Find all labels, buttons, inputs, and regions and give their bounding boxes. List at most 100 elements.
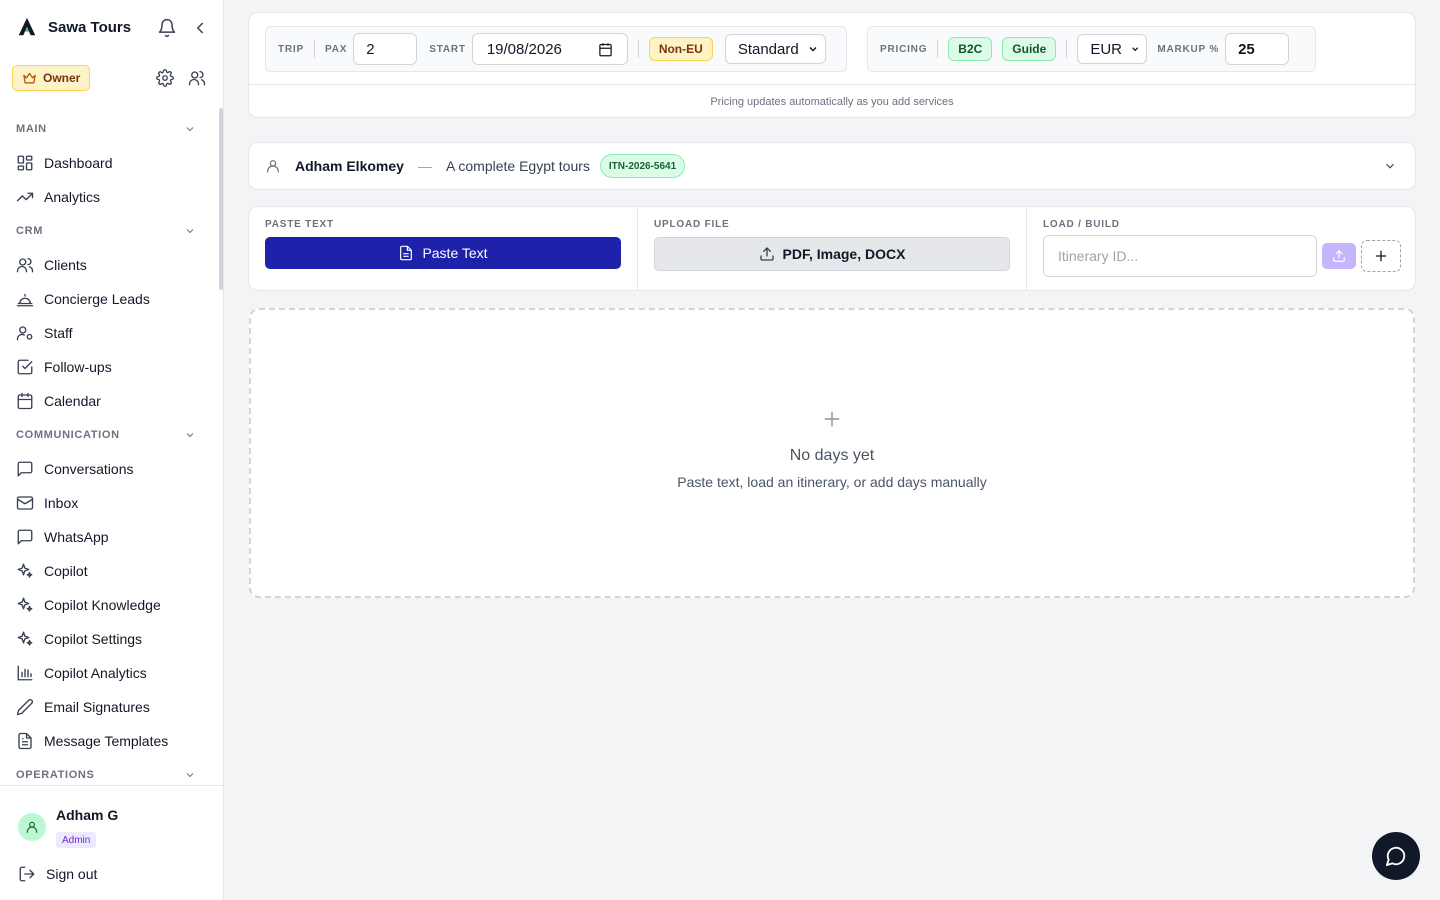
sidebar-item-label: Inbox [44,495,79,511]
sidebar-item-copilot-settings[interactable]: Copilot Settings [0,622,218,656]
sidebar-item-label: Follow-ups [44,359,112,375]
pricing-group: PRICING B2C Guide EUR MARKUP % 25 [867,26,1316,72]
section-title: MAIN [16,123,47,135]
bell-icon [158,18,176,38]
import-options: PASTE TEXT Paste Text UPLOAD FILE PDF, I… [248,206,1416,291]
markup-value: 25 [1238,40,1255,58]
section-operations[interactable]: OPERATIONS [0,758,218,784]
load-itinerary-button[interactable] [1322,243,1356,269]
sidebar-item-concierge-leads[interactable]: Concierge Leads [0,282,218,316]
sidebar-item-copilot[interactable]: Copilot [0,554,218,588]
chat-bubble-icon [1385,846,1406,867]
chat-button[interactable] [1372,832,1420,880]
checkbox-icon [17,359,33,375]
role-badge: Admin [56,832,97,848]
upload-file-label: UPLOAD FILE [654,219,730,230]
owner-label: Owner [43,71,81,85]
sidebar-item-label: Copilot [44,563,88,579]
b2c-toggle[interactable]: B2C [948,37,993,61]
separator: — [417,158,432,174]
sidebar-item-inbox[interactable]: Inbox [0,486,218,520]
divider [1066,40,1068,58]
sidebar-item-label: Clients [44,257,87,273]
sidebar: Sawa Tours Owner MAIN Dashboard Analytic… [0,0,224,900]
sidebar-nav[interactable]: MAIN Dashboard Analytics CRM Clients Con… [0,112,218,784]
users-icon [188,70,206,86]
user-gear-icon [16,326,33,341]
sidebar-item-label: Email Signatures [44,699,150,715]
sparkles-icon [17,563,33,578]
sidebar-item-analytics[interactable]: Analytics [0,180,218,214]
trip-label: TRIP [278,43,304,55]
add-day-button[interactable] [1361,240,1401,272]
guide-toggle[interactable]: Guide [1002,37,1057,61]
start-date-input[interactable]: 19/08/2026 [471,33,628,65]
itinerary-id-input[interactable]: Itinerary ID... [1043,235,1317,277]
sidebar-scrollbar[interactable] [219,108,223,290]
pax-label: PAX [324,43,348,55]
team-button[interactable] [188,69,206,87]
start-label: START [429,43,466,55]
settings-button[interactable] [156,69,174,87]
sidebar-item-dashboard[interactable]: Dashboard [0,146,218,180]
sidebar-item-label: Copilot Settings [44,631,143,647]
pax-input[interactable]: 2 [353,33,418,65]
trend-icon [16,192,34,202]
tier-select[interactable]: Standard [724,34,826,64]
file-icon [400,245,413,261]
brand-name: Sawa Tours [48,18,132,36]
markup-label: MARKUP % [1157,43,1220,55]
sidebar-item-email-signatures[interactable]: Email Signatures [0,690,218,724]
upload-icon [1333,250,1345,262]
upload-file-button[interactable]: PDF, Image, DOCX [654,237,1010,271]
chevron-down-icon [809,46,817,52]
trip-settings-card: TRIP PAX 2 START 19/08/2026 Non-EU Stand… [248,12,1416,118]
sign-out-button[interactable]: Sign out [18,865,97,883]
section-title: COMMUNICATION [16,429,120,441]
empty-subtitle: Paste text, load an itinerary, or add da… [677,473,987,490]
days-empty-state[interactable]: No days yet Paste text, load an itinerar… [249,308,1415,598]
section-crm[interactable]: CRM [0,214,218,248]
collapse-sidebar-button[interactable] [191,19,209,37]
paste-text-button[interactable]: Paste Text [265,237,621,269]
tour-title: A complete Egypt tours [445,158,590,174]
sidebar-item-copilot-analytics[interactable]: Copilot Analytics [0,656,218,690]
crown-icon [23,72,36,83]
sidebar-item-calendar[interactable]: Calendar [0,384,218,418]
sidebar-item-message-templates[interactable]: Message Templates [0,724,218,758]
sidebar-item-label: Analytics [44,189,101,205]
sidebar-item-whatsapp[interactable]: WhatsApp [0,520,218,554]
sidebar-item-label: Copilot Analytics [44,665,147,681]
brand[interactable]: Sawa Tours [16,16,131,38]
user-icon [26,821,38,833]
sidebar-item-clients[interactable]: Clients [0,248,218,282]
sidebar-item-conversations[interactable]: Conversations [0,452,218,486]
notifications-button[interactable] [157,18,177,38]
pricing-label: PRICING [880,43,928,55]
sidebar-item-label: Message Templates [44,733,169,749]
section-communication[interactable]: COMMUNICATION [0,418,218,452]
chevron-down-icon [186,229,194,234]
markup-input[interactable]: 25 [1225,33,1290,65]
paste-text-column: PASTE TEXT Paste Text [249,207,637,290]
paste-text-label: PASTE TEXT [265,219,334,230]
chat-icon [17,529,33,545]
paste-text-button-label: Paste Text [422,245,488,261]
divider [637,40,639,58]
avatar[interactable] [18,813,46,841]
owner-badge[interactable]: Owner [12,65,91,91]
client-header[interactable]: Adham Elkomey — A complete Egypt tours I… [248,142,1416,190]
user-icon [267,160,279,173]
sidebar-item-follow-ups[interactable]: Follow-ups [0,350,218,384]
currency-select[interactable]: EUR [1077,34,1148,64]
plus-icon [824,411,840,426]
mail-icon [16,496,34,510]
section-main[interactable]: MAIN [0,112,218,146]
currency-value: EUR [1090,40,1122,58]
empty-title: No days yet [789,446,875,464]
sidebar-item-copilot-knowledge[interactable]: Copilot Knowledge [0,588,218,622]
pax-value: 2 [366,40,375,58]
sidebar-item-staff[interactable]: Staff [0,316,218,350]
nationality-toggle[interactable]: Non-EU [648,37,713,61]
pen-icon [16,699,33,716]
